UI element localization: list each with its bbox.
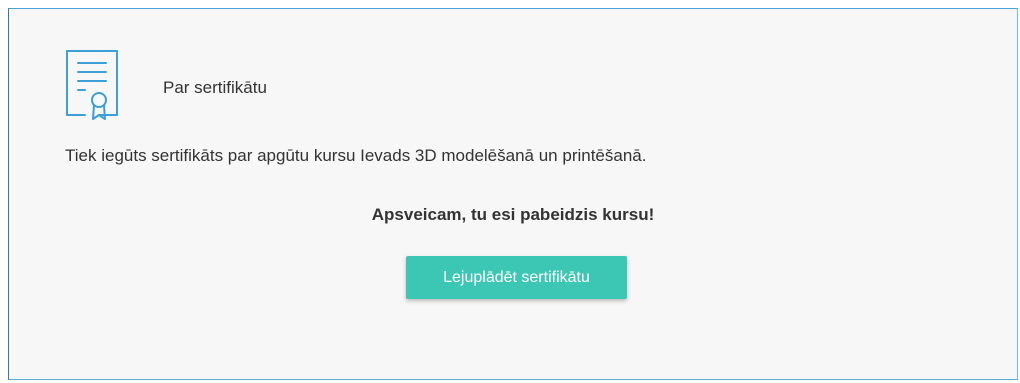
certificate-description: Tiek iegūts sertifikāts par apgūtu kursu… <box>65 146 647 165</box>
download-certificate-button[interactable]: Lejuplādēt sertifikātu <box>406 256 627 299</box>
certificate-icon <box>66 50 118 120</box>
certificate-header: Par sertifikātu <box>65 49 267 121</box>
certificate-card: Par sertifikātu Tiek iegūts sertifikāts … <box>8 8 1018 380</box>
congratulations-message: Apsveicam, tu esi pabeidzis kursu! <box>371 205 655 224</box>
section-title: Par sertifikātu <box>163 78 267 97</box>
